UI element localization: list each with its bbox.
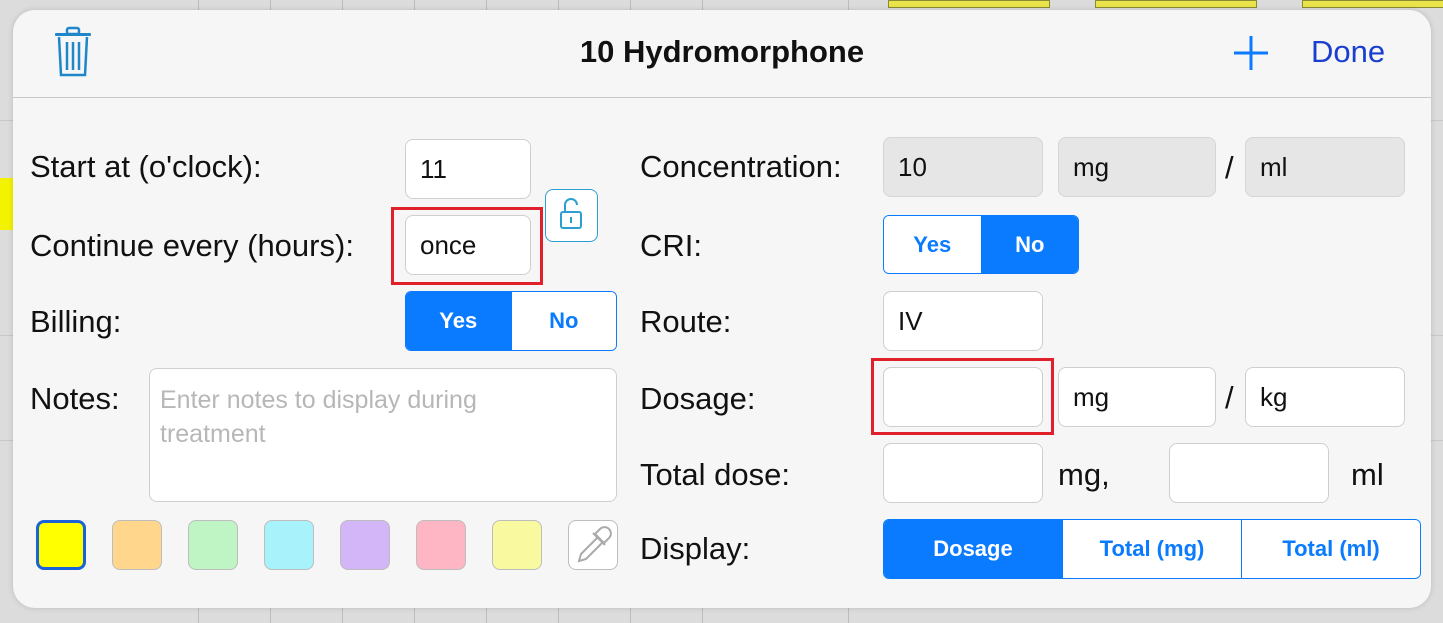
dosage-slash: /: [1225, 380, 1234, 415]
highlight-box: [391, 207, 543, 285]
start-at-input[interactable]: 11: [405, 139, 531, 199]
color-swatch-cyan[interactable]: [264, 520, 314, 570]
cri-yes-option[interactable]: Yes: [884, 216, 982, 273]
billing-no-option[interactable]: No: [511, 292, 616, 350]
dosage-unit2-select[interactable]: kg: [1245, 367, 1405, 427]
billing-yes-option[interactable]: Yes: [406, 292, 512, 350]
billing-label: Billing:: [30, 304, 122, 339]
cri-label: CRI:: [640, 228, 702, 263]
highlight-box: [871, 358, 1054, 435]
color-swatch-purple[interactable]: [340, 520, 390, 570]
start-at-label: Start at (o'clock):: [30, 149, 262, 184]
cri-no-option[interactable]: No: [981, 216, 1078, 273]
medication-edit-dialog: 10 Hydromorphone Done Start at (o'clock)…: [13, 10, 1431, 608]
notes-label: Notes:: [30, 381, 120, 416]
notes-textarea[interactable]: Enter notes to display during treatment: [149, 368, 617, 502]
continue-every-label: Continue every (hours):: [30, 228, 354, 263]
cri-segmented-control: Yes No: [883, 215, 1079, 274]
eyedropper-icon: [577, 526, 612, 563]
background-event-block: [0, 178, 14, 230]
total-dose-label: Total dose:: [640, 457, 790, 492]
plus-icon[interactable]: [1233, 35, 1269, 71]
dosage-label: Dosage:: [640, 381, 756, 416]
total-ml-unit: ml: [1351, 457, 1384, 492]
dialog-header: 10 Hydromorphone Done: [13, 10, 1431, 98]
unlock-icon: [560, 198, 582, 229]
notes-placeholder-line: Enter notes to display during: [160, 386, 477, 414]
color-swatch-orange[interactable]: [112, 520, 162, 570]
display-dosage-option[interactable]: Dosage: [884, 520, 1063, 578]
display-total-ml-option[interactable]: Total (ml): [1242, 520, 1420, 578]
display-label: Display:: [640, 531, 751, 566]
total-mg-input[interactable]: [883, 443, 1043, 503]
color-swatch-pink[interactable]: [416, 520, 466, 570]
route-label: Route:: [640, 304, 732, 339]
concentration-slash: /: [1225, 150, 1234, 185]
display-segmented-control: Dosage Total (mg) Total (ml): [883, 519, 1421, 579]
billing-segmented-control: Yes No: [405, 291, 617, 351]
concentration-label: Concentration:: [640, 149, 842, 184]
total-mg-unit: mg,: [1058, 457, 1110, 492]
dialog-title: 10 Hydromorphone: [579, 34, 865, 69]
color-swatch-green[interactable]: [188, 520, 238, 570]
dosage-unit1-select[interactable]: mg: [1058, 367, 1216, 427]
lock-toggle-button[interactable]: [545, 189, 598, 242]
notes-placeholder-line: treatment: [160, 420, 266, 448]
concentration-input[interactable]: 10: [883, 137, 1043, 197]
concentration-unit2-select[interactable]: ml: [1245, 137, 1405, 197]
done-button[interactable]: Done: [1311, 34, 1385, 70]
background-event-chip: [1095, 0, 1257, 8]
display-total-mg-option[interactable]: Total (mg): [1063, 520, 1242, 578]
color-swatch-yellow[interactable]: [36, 520, 86, 570]
color-swatch-light-yellow[interactable]: [492, 520, 542, 570]
total-ml-input[interactable]: [1169, 443, 1329, 503]
eyedropper-button[interactable]: [568, 520, 618, 570]
concentration-unit1-select[interactable]: mg: [1058, 137, 1216, 197]
route-input[interactable]: IV: [883, 291, 1043, 351]
background-event-chip: [1302, 0, 1443, 8]
background-event-chip: [888, 0, 1050, 8]
